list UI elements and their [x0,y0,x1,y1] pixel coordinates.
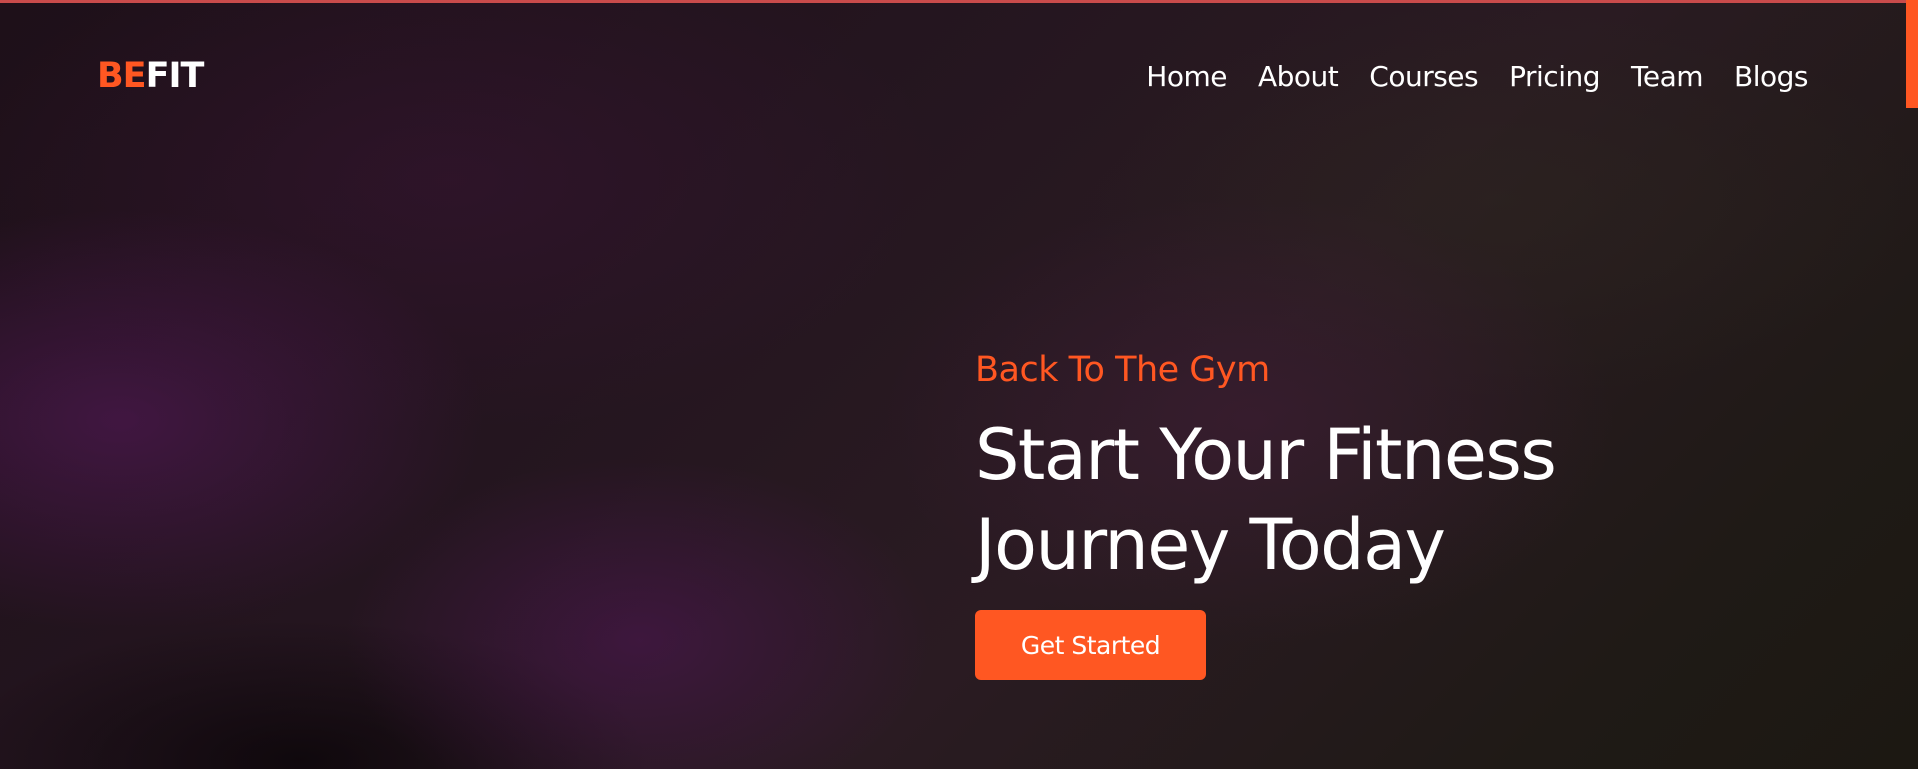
nav-courses[interactable]: Courses [1369,58,1478,96]
logo-part-be: BE [97,56,147,96]
main-nav: Home About Courses Pricing Team Blogs [1115,58,1808,96]
hero-page: BEFIT Home About Courses Pricing Team Bl… [0,0,1918,769]
hero-section: Back To The Gym Start Your Fitness Journ… [975,346,1557,680]
get-started-button[interactable]: Get Started [975,610,1206,680]
nav-home[interactable]: Home [1146,58,1227,96]
nav-team[interactable]: Team [1631,58,1704,96]
scroll-indicator[interactable] [1906,0,1918,108]
brand-logo[interactable]: BEFIT [97,54,205,98]
nav-pricing[interactable]: Pricing [1509,58,1600,96]
nav-blogs[interactable]: Blogs [1734,58,1808,96]
top-border-line [0,0,1918,3]
hero-title: Start Your Fitness Journey Today [975,410,1557,590]
logo-part-fit: FIT [145,56,205,96]
hero-subtitle: Back To The Gym [975,350,1270,390]
hero-title-line-1: Start Your Fitness [975,414,1557,496]
hero-title-line-2: Journey Today [975,504,1446,586]
nav-about[interactable]: About [1258,58,1339,96]
